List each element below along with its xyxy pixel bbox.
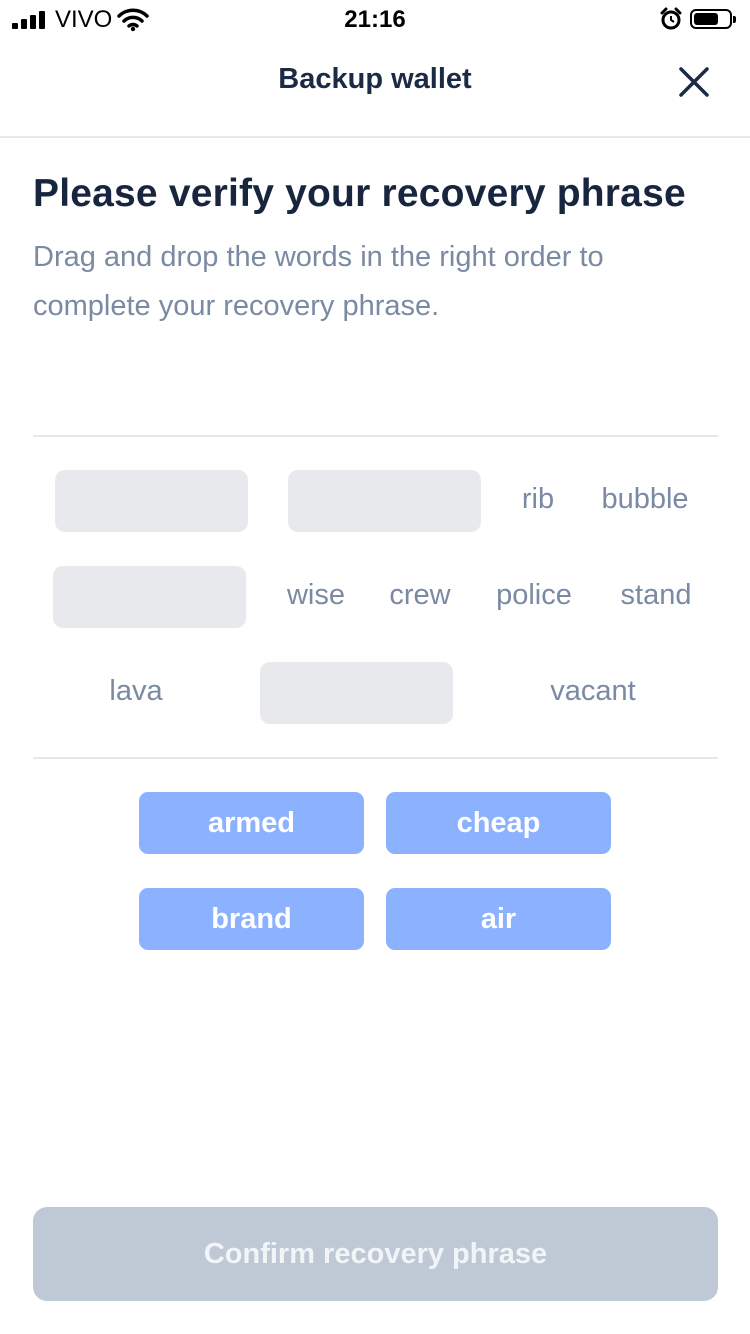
placed-word-crew[interactable]: crew: [389, 579, 450, 612]
nav-header: Backup wallet: [0, 40, 750, 138]
page-title: Please verify your recovery phrase: [33, 172, 686, 215]
alarm-icon: [660, 7, 682, 30]
empty-word-slot[interactable]: [53, 566, 246, 628]
close-icon[interactable]: [672, 60, 716, 104]
placed-word-stand[interactable]: stand: [621, 579, 692, 612]
empty-word-slot[interactable]: [288, 470, 481, 532]
placed-word-wise[interactable]: wise: [287, 579, 345, 612]
divider-bottom: [33, 757, 718, 759]
battery-icon: [690, 9, 736, 29]
status-bar: VIVO 21:16: [0, 0, 750, 40]
empty-word-slot[interactable]: [55, 470, 248, 532]
word-chip-brand[interactable]: brand: [139, 888, 364, 950]
header-title: Backup wallet: [278, 63, 472, 95]
page-subtitle: Drag and drop the words in the right ord…: [33, 241, 604, 322]
placed-word-vacant[interactable]: vacant: [550, 675, 635, 708]
word-chip-armed[interactable]: armed: [139, 792, 364, 854]
clock-time: 21:16: [344, 6, 406, 33]
empty-word-slot[interactable]: [260, 662, 453, 724]
placed-word-rib[interactable]: rib: [522, 483, 554, 516]
divider-top: [33, 435, 718, 437]
placed-word-lava[interactable]: lava: [109, 675, 162, 708]
placed-word-police[interactable]: police: [496, 579, 572, 612]
placed-word-bubble[interactable]: bubble: [601, 483, 688, 516]
word-chip-air[interactable]: air: [386, 888, 611, 950]
confirm-recovery-phrase-button[interactable]: Confirm recovery phrase: [33, 1207, 718, 1301]
word-chip-cheap[interactable]: cheap: [386, 792, 611, 854]
